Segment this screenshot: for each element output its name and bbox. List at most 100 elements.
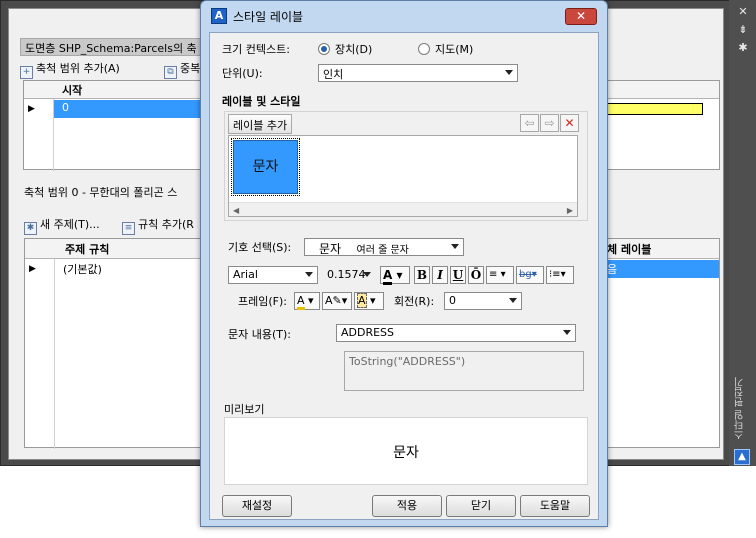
size-context-label: 크기 컨텍스트: bbox=[222, 43, 290, 56]
cell-rule-value: (기본값) bbox=[63, 263, 102, 276]
move-left-button[interactable]: ⇦ bbox=[520, 114, 539, 132]
expression-field[interactable]: ToString("ADDRESS") bbox=[344, 351, 584, 391]
chevron-down-icon bbox=[451, 244, 459, 249]
add-rule-button[interactable]: ≡ 규칙 추가(R bbox=[122, 216, 194, 235]
move-right-button[interactable]: ⇨ bbox=[540, 114, 559, 132]
settings-icon[interactable]: ✱ bbox=[737, 42, 749, 54]
add-rule-icon: ≡ bbox=[122, 222, 135, 235]
right-table-header bbox=[607, 81, 719, 99]
table-row[interactable]: 음 bbox=[601, 260, 719, 278]
font-size-dropdown[interactable]: 0.1574 bbox=[322, 266, 376, 284]
help-button[interactable]: 도움말 bbox=[520, 495, 590, 517]
duplicate-icon: ⧉ bbox=[164, 66, 177, 79]
chevron-down-icon bbox=[363, 272, 371, 277]
apply-button[interactable]: 적용 bbox=[372, 495, 442, 517]
delete-label-button[interactable]: ✕ bbox=[560, 114, 579, 132]
frame-shape-button[interactable]: A ▾ bbox=[354, 292, 384, 310]
radio-device[interactable] bbox=[318, 43, 330, 55]
strike-icon: bg bbox=[519, 269, 532, 280]
text-content-label: 문자 내용(T): bbox=[228, 328, 291, 341]
row-pointer-icon: ▶ bbox=[29, 264, 36, 274]
overline-button[interactable]: Ō bbox=[468, 266, 484, 284]
strike-button[interactable]: bg▾ bbox=[516, 266, 544, 284]
chevron-down-icon bbox=[563, 330, 571, 335]
table-row[interactable]: (기본값) bbox=[55, 260, 215, 278]
grid-header: 주제 규칙 bbox=[25, 239, 213, 259]
add-rule-label: 규칙 추가(R bbox=[138, 218, 194, 231]
preview-text: 문자 bbox=[393, 445, 419, 461]
rule-toolbar: ✱ 새 주제(T)... ≡ 규칙 추가(R bbox=[24, 216, 214, 236]
add-range-button[interactable]: + 축척 범위 추가(A) bbox=[20, 60, 120, 79]
label-list: 문자 ◀ ▶ bbox=[228, 135, 578, 217]
labels-styles-title: 레이블 및 스타일 bbox=[222, 95, 301, 108]
font-family-dropdown[interactable]: Arial bbox=[228, 266, 318, 284]
bold-button[interactable]: B bbox=[414, 266, 430, 284]
dialog-title: 스타일 레이블 bbox=[233, 10, 304, 24]
radio-map-label[interactable]: 지도(M) bbox=[435, 43, 473, 57]
duplicate-label: 중복 bbox=[180, 62, 201, 75]
chevron-down-icon bbox=[509, 298, 517, 303]
duplicate-button[interactable]: ⧉ 중복 bbox=[164, 60, 200, 79]
column-header-start: 시작 bbox=[62, 84, 83, 97]
style-label-dialog: A 스타일 레이블 ✕ 크기 컨텍스트: 장치(D) 지도(M) 단위(U): … bbox=[200, 0, 608, 527]
scroll-left-icon[interactable]: ◀ bbox=[233, 206, 239, 215]
symbol-preview: 문자 bbox=[318, 242, 342, 256]
line-spacing-icon: ⁝≡ bbox=[549, 269, 561, 280]
add-range-icon: + bbox=[20, 66, 33, 79]
frame-outline-icon: A bbox=[325, 294, 333, 307]
pin-icon[interactable]: ⇟ bbox=[737, 24, 749, 36]
color-cell[interactable] bbox=[607, 103, 703, 115]
font-size-value: 0.1574 bbox=[327, 268, 366, 281]
dialog-titlebar[interactable]: A 스타일 레이블 ✕ bbox=[201, 1, 607, 31]
symbol-dropdown[interactable]: 문자 여러 줄 문자 bbox=[304, 238, 464, 256]
app-logo-icon: A bbox=[211, 8, 227, 24]
font-family-value: Arial bbox=[233, 268, 258, 281]
rotation-label: 회전(R): bbox=[394, 295, 435, 308]
rotation-value: 0 bbox=[449, 294, 456, 307]
rotation-dropdown[interactable]: 0 bbox=[444, 292, 522, 310]
table-row[interactable]: 0 bbox=[54, 100, 214, 118]
underline-button[interactable]: U bbox=[450, 266, 466, 284]
row-pointer-icon: ▶ bbox=[28, 104, 35, 114]
right-table bbox=[606, 80, 720, 170]
align-icon: ≡ bbox=[489, 269, 498, 280]
close-icon[interactable]: ✕ bbox=[737, 6, 749, 18]
frame-outline-button[interactable]: A✎▾ bbox=[322, 292, 352, 310]
frame-fill-button[interactable]: A ▾ bbox=[294, 292, 320, 310]
symbol-value: 여러 줄 문자 bbox=[356, 245, 409, 256]
radio-map[interactable] bbox=[418, 43, 430, 55]
reset-button[interactable]: 재설정 bbox=[222, 495, 292, 517]
add-range-label: 축척 범위 추가(A) bbox=[36, 62, 120, 75]
symbol-select-label: 기호 선택(S): bbox=[228, 241, 292, 254]
dialog-body: 크기 컨텍스트: 장치(D) 지도(M) 단위(U): 인치 레이블 및 스타일… bbox=[209, 32, 599, 520]
horizontal-scrollbar[interactable]: ◀ ▶ bbox=[229, 202, 577, 216]
italic-button[interactable]: I bbox=[432, 266, 448, 284]
units-dropdown[interactable]: 인치 bbox=[318, 64, 518, 82]
line-spacing-button[interactable]: ⁝≡▾ bbox=[546, 266, 574, 284]
grid-header: 시작 bbox=[24, 81, 212, 99]
frame-label: 프레임(F): bbox=[238, 295, 287, 308]
cell-start-value: 0 bbox=[62, 101, 69, 114]
row-header: ▶ bbox=[25, 259, 55, 449]
text-content-dropdown[interactable]: ADDRESS bbox=[336, 324, 576, 342]
new-subject-button[interactable]: ✱ 새 주제(T)... bbox=[24, 216, 100, 235]
add-label-button[interactable]: 레이블 추가 bbox=[228, 114, 293, 134]
close-dialog-button[interactable]: 닫기 bbox=[446, 495, 516, 517]
range-toolbar: + 축척 범위 추가(A) ⧉ 중복 bbox=[20, 60, 210, 80]
right-label-header: 체 레이블 bbox=[601, 239, 719, 259]
font-color-button[interactable]: A ▾ bbox=[380, 266, 410, 285]
radio-device-label[interactable]: 장치(D) bbox=[335, 43, 372, 57]
units-label: 단위(U): bbox=[222, 67, 263, 80]
frame-fill-icon: A bbox=[297, 294, 305, 310]
frame-shape-icon: A bbox=[357, 293, 367, 308]
chevron-down-icon bbox=[505, 70, 513, 75]
side-strip-label: 스타일 편집기 bbox=[735, 376, 746, 440]
label-tile[interactable]: 문자 bbox=[231, 138, 300, 196]
text-content-value: ADDRESS bbox=[341, 326, 395, 339]
scroll-right-icon[interactable]: ▶ bbox=[567, 206, 573, 215]
align-button[interactable]: ≡ ▾ bbox=[486, 266, 514, 284]
range-description: 축척 범위 0 - 무한대의 폴리곤 스 bbox=[24, 186, 178, 199]
app-logo-icon: ▲ bbox=[734, 449, 750, 465]
close-button[interactable]: ✕ bbox=[565, 8, 597, 25]
preview-pane: 문자 bbox=[224, 417, 588, 485]
